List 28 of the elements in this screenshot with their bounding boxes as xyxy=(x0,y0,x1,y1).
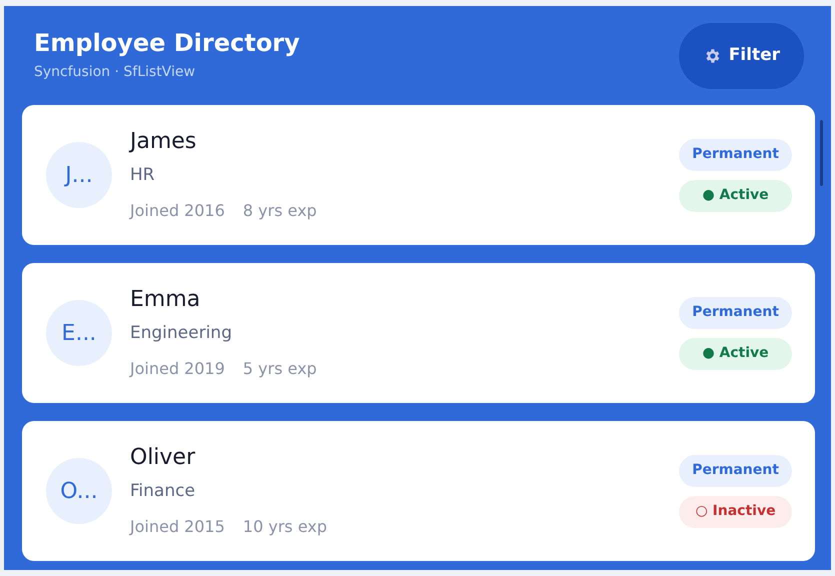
app-title: Employee Directory xyxy=(34,28,300,58)
type-badge: Permanent xyxy=(679,138,792,170)
employee-name: Emma xyxy=(130,286,202,314)
department: Engineering xyxy=(130,322,233,346)
avatar: O... xyxy=(46,458,112,524)
type-badge: Permanent xyxy=(679,296,792,328)
employee-card[interactable]: O... Oliver Finance Joined 2015 10 yrs exp Permanent ○ Inactive xyxy=(22,421,815,561)
app-subtitle: Syncfusion · SfListView xyxy=(34,63,196,82)
joined-year: Joined 2016 xyxy=(130,200,225,222)
joined-year: Joined 2019 xyxy=(130,358,225,380)
filter-button[interactable]: Filter xyxy=(678,22,804,88)
avatar: J... xyxy=(46,142,112,208)
experience: 8 yrs exp xyxy=(242,200,317,222)
type-badge: Permanent xyxy=(679,454,792,486)
department: Finance xyxy=(130,480,196,504)
joined-year: Joined 2015 xyxy=(130,516,225,538)
experience: 10 yrs exp xyxy=(242,516,328,538)
employee-card[interactable]: E... Emma Engineering Joined 2019 5 yrs exp Permanent ● Active xyxy=(22,263,815,403)
scrollbar xyxy=(820,120,823,186)
employee-card[interactable]: J... James HR Joined 2016 8 yrs exp Permanent ● Active xyxy=(22,105,815,245)
employee-name: Oliver xyxy=(130,444,196,472)
department: HR xyxy=(130,164,156,188)
experience: 5 yrs exp xyxy=(242,358,317,380)
status-badge: ● Active xyxy=(679,338,792,370)
avatar: E... xyxy=(46,300,112,366)
status-badge: ○ Inactive xyxy=(679,496,792,528)
employee-name: James xyxy=(130,128,198,156)
status-badge: ● Active xyxy=(679,180,792,212)
